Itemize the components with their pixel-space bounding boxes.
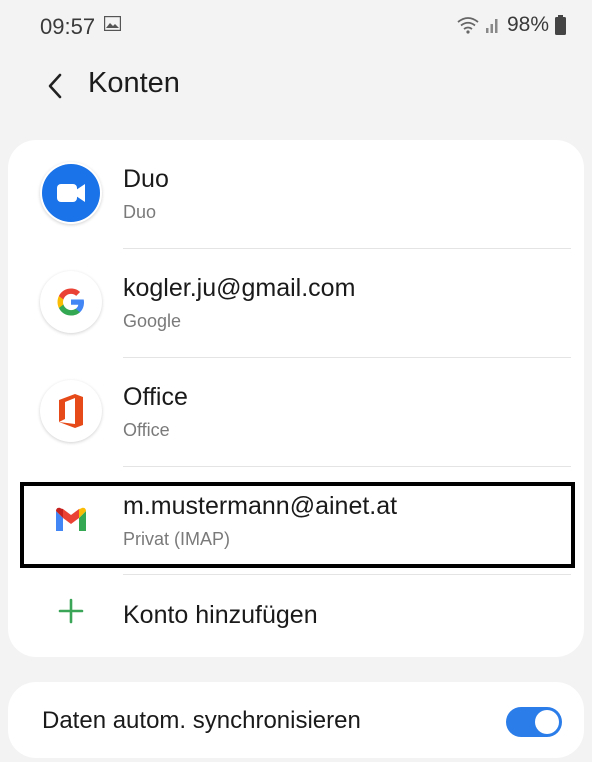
- signal-icon: [485, 19, 498, 33]
- toggle-knob: [535, 710, 559, 734]
- page-title: Konten: [88, 67, 180, 99]
- account-item-office[interactable]: Office Office: [8, 358, 584, 466]
- google-icon: [40, 271, 102, 333]
- status-time: 09:57: [40, 14, 96, 39]
- office-icon: [40, 380, 102, 442]
- add-account-label: Konto hinzufügen: [123, 601, 318, 629]
- highlight-frame: [20, 482, 575, 568]
- plus-icon: [58, 598, 84, 624]
- gallery-notification-icon: [104, 16, 121, 31]
- status-indicators: 98%: [457, 13, 566, 37]
- add-account-button[interactable]: Konto hinzufügen: [8, 574, 584, 654]
- wifi-icon: [457, 17, 479, 34]
- account-type: Office: [123, 420, 170, 440]
- account-title: kogler.ju@gmail.com: [123, 274, 356, 302]
- back-button[interactable]: [38, 66, 72, 106]
- account-item-google[interactable]: kogler.ju@gmail.com Google: [8, 249, 584, 357]
- chevron-left-icon: [48, 73, 62, 99]
- account-type: Duo: [123, 202, 157, 222]
- duo-icon: [40, 162, 102, 224]
- battery-icon: [555, 15, 566, 35]
- account-title: Office: [123, 383, 188, 411]
- auto-sync-toggle[interactable]: [506, 707, 562, 737]
- auto-sync-label: Daten autom. synchronisieren: [42, 707, 361, 734]
- header: Konten: [0, 58, 592, 114]
- account-title: Duo: [123, 165, 169, 193]
- account-type: Google: [123, 311, 182, 331]
- accounts-list: Duo Duo kogler.ju@gmail.com Google Offic…: [8, 140, 584, 657]
- auto-sync-row[interactable]: Daten autom. synchronisieren: [8, 682, 584, 758]
- battery-percentage: 98%: [506, 13, 549, 36]
- account-item-duo[interactable]: Duo Duo: [8, 140, 584, 248]
- status-bar: 09:57 98%: [0, 0, 592, 54]
